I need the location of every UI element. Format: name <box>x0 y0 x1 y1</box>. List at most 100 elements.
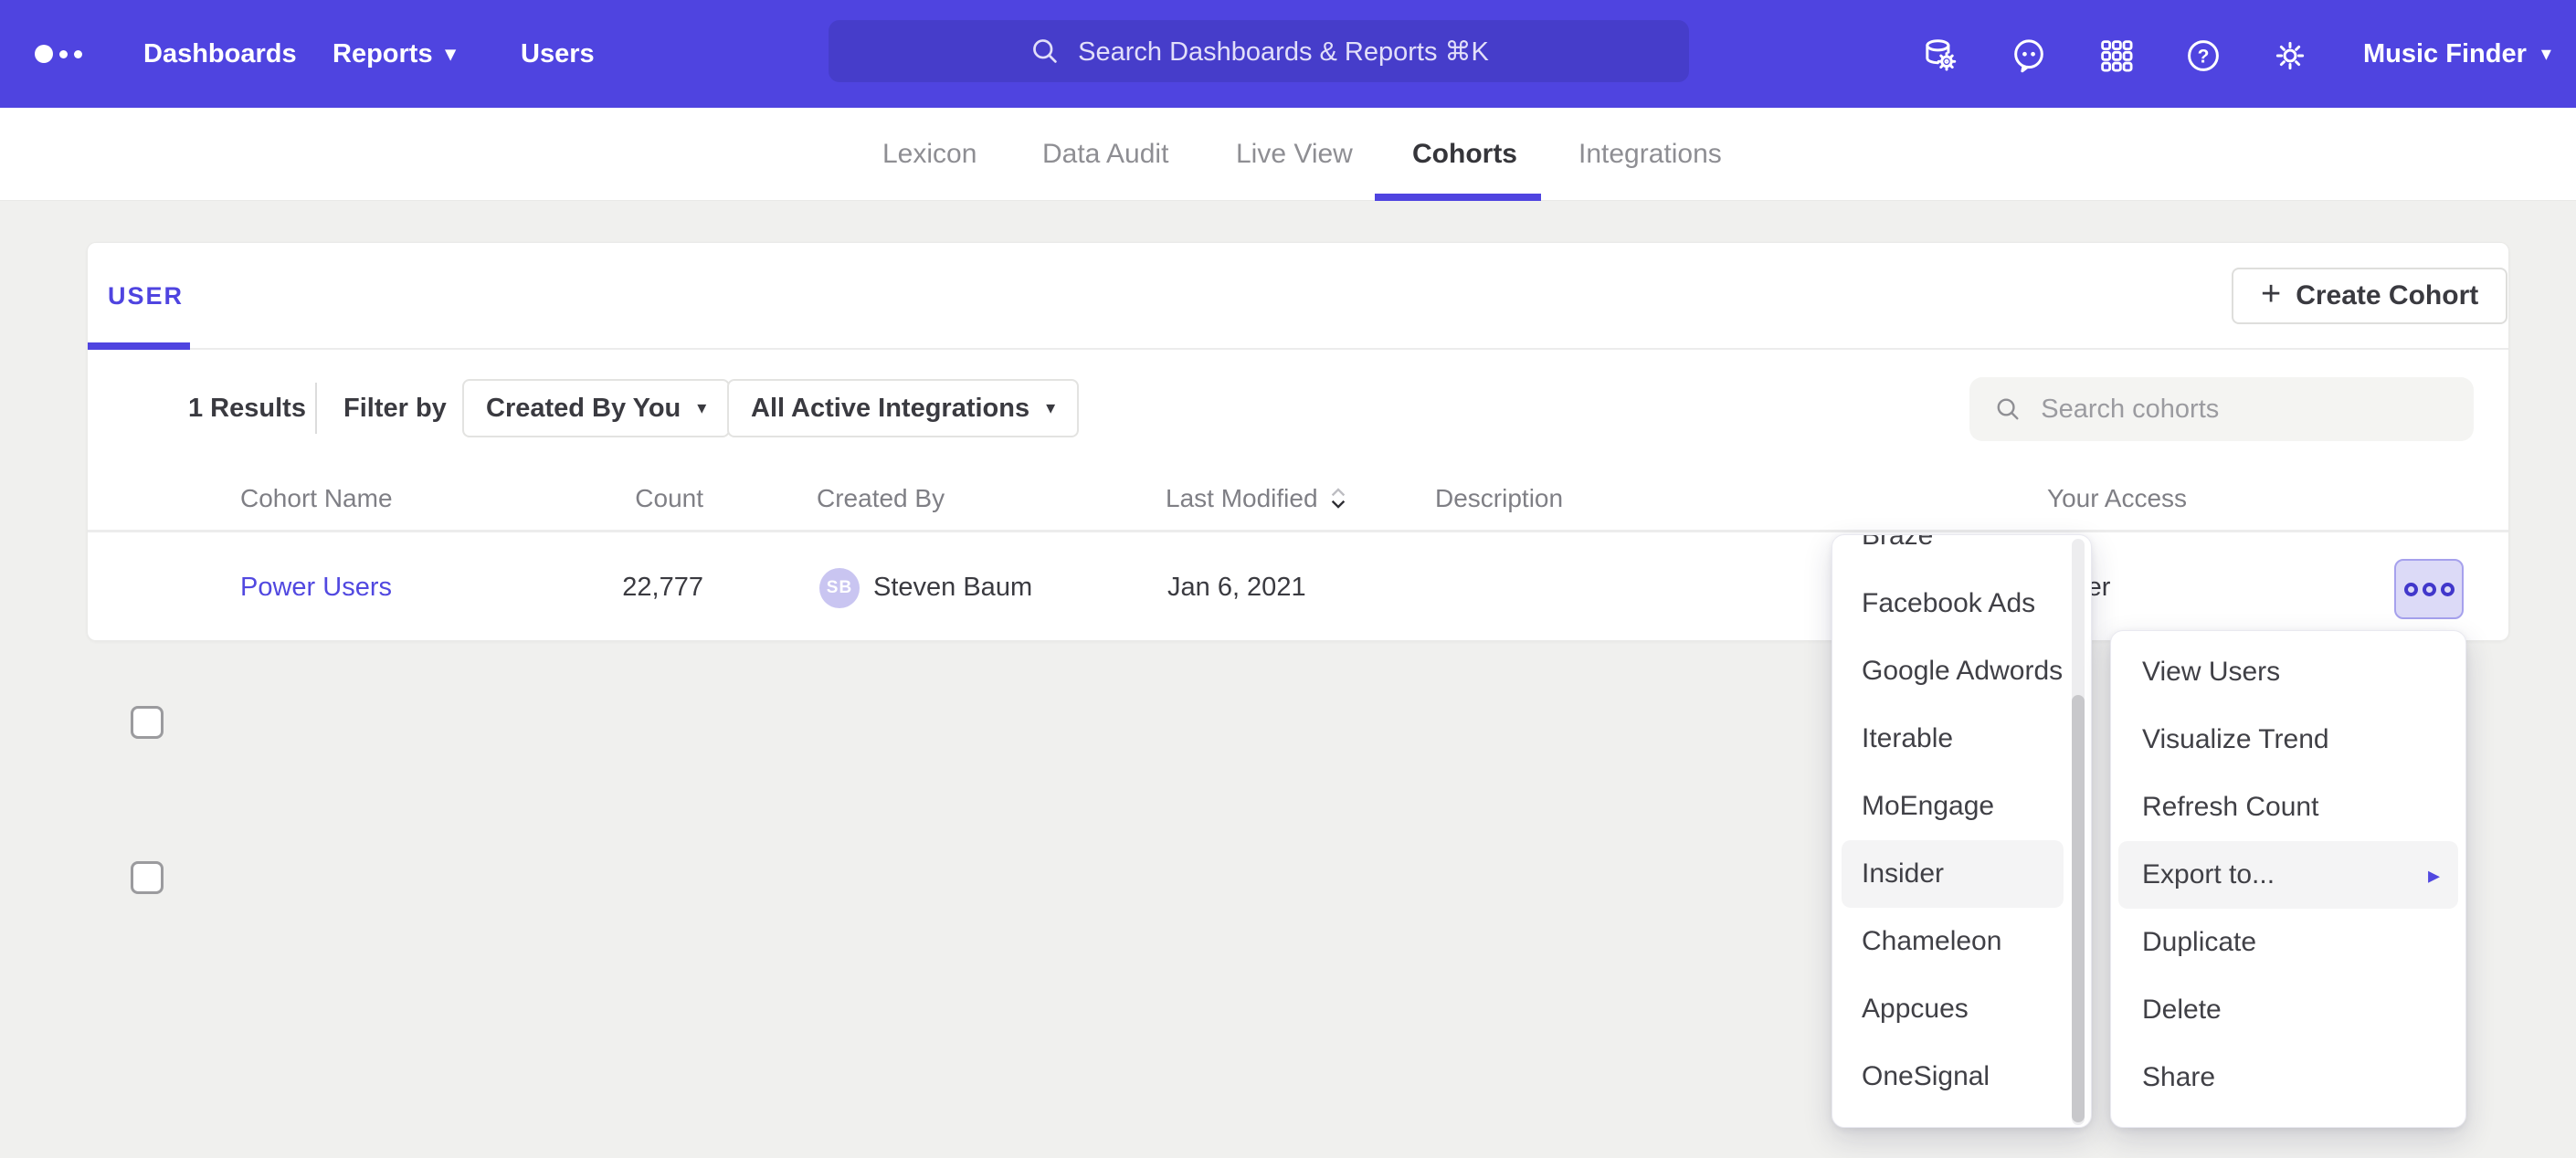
project-name: Music Finder <box>2363 39 2527 69</box>
submenu-item-onesignal[interactable]: OneSignal <box>1842 1043 2064 1111</box>
nav-item-reports[interactable]: Reports ▾ <box>333 0 456 108</box>
tab-label: Integrations <box>1578 139 1722 170</box>
tab-live-view[interactable]: Live View <box>1236 108 1353 201</box>
created-by-filter-dropdown[interactable]: Created By You ▾ <box>462 379 730 437</box>
logo-dot-icon <box>35 45 53 63</box>
scrollbar-thumb[interactable] <box>2072 695 2085 1122</box>
menu-item-label: Export to... <box>2142 859 2275 890</box>
table-header-divider <box>88 530 2508 532</box>
results-count: 1 Results <box>188 350 306 467</box>
ellipsis-dot-icon <box>2423 583 2436 596</box>
submenu-item-label: MoEngage <box>1862 791 1994 822</box>
column-header-last-modified[interactable]: Last Modified <box>1166 467 1347 531</box>
submenu-arrow-icon: ▸ <box>2428 861 2440 890</box>
submenu-item-facebook-ads[interactable]: Facebook Ads <box>1842 570 2064 637</box>
row-checkbox[interactable] <box>131 861 164 894</box>
logo-dot-icon <box>74 50 82 58</box>
feedback-icon[interactable] <box>2009 36 2049 76</box>
menu-item-refresh-count[interactable]: Refresh Count <box>2118 774 2458 841</box>
apps-grid-icon[interactable] <box>2096 36 2137 76</box>
cohort-search-input[interactable] <box>2041 395 2450 425</box>
submenu-item-appcues[interactable]: Appcues <box>1842 975 2064 1043</box>
submenu-item-label: Iterable <box>1862 723 1953 754</box>
menu-item-label: Duplicate <box>2142 927 2256 958</box>
filter-bar: 1 Results Filter by Created By You ▾ All… <box>88 350 2508 467</box>
menu-item-share[interactable]: Share <box>2118 1044 2458 1111</box>
created-by-cell: SB Steven Baum <box>819 533 1032 642</box>
submenu-item-label: Chameleon <box>1862 926 2001 957</box>
tab-cohorts[interactable]: Cohorts <box>1412 108 1517 201</box>
tab-label: Live View <box>1236 139 1353 170</box>
row-actions-button[interactable] <box>2394 559 2464 619</box>
menu-item-delete[interactable]: Delete <box>2118 976 2458 1044</box>
tab-lexicon[interactable]: Lexicon <box>882 108 977 201</box>
divider <box>315 383 317 434</box>
ellipsis-dot-icon <box>2404 583 2418 596</box>
submenu-item-iterable[interactable]: Iterable <box>1842 705 2064 773</box>
menu-item-visualize-trend[interactable]: Visualize Trend <box>2118 706 2458 774</box>
submenu-item-label: OneSignal <box>1862 1061 1990 1092</box>
create-cohort-label: Create Cohort <box>2296 280 2478 311</box>
menu-item-label: Refresh Count <box>2142 792 2318 823</box>
export-destinations-submenu: Braze Facebook Ads Google Adwords Iterab… <box>1832 534 2092 1128</box>
select-all-checkbox[interactable] <box>131 706 164 739</box>
submenu-item-insider[interactable]: Insider <box>1842 840 2064 908</box>
app-logo[interactable] <box>35 0 82 108</box>
submenu-item-chameleon[interactable]: Chameleon <box>1842 908 2064 975</box>
menu-item-label: View Users <box>2142 657 2280 688</box>
dropdown-value: Created By You <box>486 394 681 424</box>
project-switcher[interactable]: Music Finder ▾ <box>2363 0 2551 108</box>
created-by-name: Steven Baum <box>873 573 1032 603</box>
submenu-item-braze[interactable]: Braze <box>1842 534 2064 570</box>
submenu-item-label: Google Adwords <box>1862 656 2063 687</box>
menu-item-view-users[interactable]: View Users <box>2118 638 2458 706</box>
create-cohort-button[interactable]: + Create Cohort <box>2232 268 2507 324</box>
integrations-filter-dropdown[interactable]: All Active Integrations ▾ <box>727 379 1079 437</box>
filter-by-label: Filter by <box>343 350 447 467</box>
menu-item-export-to[interactable]: Export to... ▸ <box>2118 841 2458 909</box>
column-header-label: Last Modified <box>1166 484 1318 513</box>
cohorts-card: USER + Create Cohort 1 Results Filter by… <box>87 242 2509 641</box>
submenu-item-google-adwords[interactable]: Google Adwords <box>1842 637 2064 705</box>
help-icon[interactable]: ? <box>2183 36 2223 76</box>
chevron-down-icon: ▾ <box>1046 399 1055 417</box>
secondary-nav: Lexicon Data Audit Live View Cohorts Int… <box>0 108 2576 201</box>
nav-item-label: Reports <box>333 39 433 69</box>
sort-icon <box>1329 486 1347 511</box>
nav-item-dashboards[interactable]: Dashboards <box>143 0 297 108</box>
column-header-cohort-name: Cohort Name <box>240 467 393 531</box>
tab-data-audit[interactable]: Data Audit <box>1042 108 1168 201</box>
column-header-count: Count <box>544 467 703 531</box>
menu-item-label: Visualize Trend <box>2142 724 2329 755</box>
search-icon <box>1029 35 1061 68</box>
nav-item-users[interactable]: Users <box>521 0 595 108</box>
global-search-placeholder: Search Dashboards & Reports ⌘K <box>1078 36 1489 68</box>
submenu-item-label: Facebook Ads <box>1862 588 2035 619</box>
nav-item-label: Users <box>521 39 595 69</box>
avatar: SB <box>819 568 860 608</box>
settings-icon[interactable] <box>2270 36 2310 76</box>
tab-label: Lexicon <box>882 139 977 170</box>
global-search-bar[interactable]: Search Dashboards & Reports ⌘K <box>829 20 1689 82</box>
tab-user-cohorts[interactable]: USER <box>108 243 184 350</box>
tab-label: Data Audit <box>1042 139 1168 170</box>
menu-item-duplicate[interactable]: Duplicate <box>2118 909 2458 976</box>
tab-integrations[interactable]: Integrations <box>1578 108 1722 201</box>
svg-text:?: ? <box>2198 46 2210 67</box>
nav-item-label: Dashboards <box>143 39 297 69</box>
chevron-down-icon: ▾ <box>2541 44 2551 64</box>
submenu-item-moengage[interactable]: MoEngage <box>1842 773 2064 840</box>
menu-item-label: Share <box>2142 1062 2215 1093</box>
chevron-down-icon: ▾ <box>446 44 456 64</box>
dropdown-value: All Active Integrations <box>751 394 1029 424</box>
table-row: Power Users 22,777 SB Steven Baum Jan 6,… <box>88 533 2508 642</box>
chevron-down-icon: ▾ <box>697 399 706 417</box>
cohort-count: 22,777 <box>544 533 703 642</box>
column-header-created-by: Created By <box>817 467 945 531</box>
submenu-item-label: Insider <box>1862 858 1944 890</box>
ellipsis-dot-icon <box>2441 583 2455 596</box>
submenu-item-label: Braze <box>1862 534 1933 552</box>
data-management-icon[interactable] <box>1920 36 1960 76</box>
cohort-name-link[interactable]: Power Users <box>240 533 392 642</box>
column-header-your-access: Your Access <box>2047 467 2187 531</box>
